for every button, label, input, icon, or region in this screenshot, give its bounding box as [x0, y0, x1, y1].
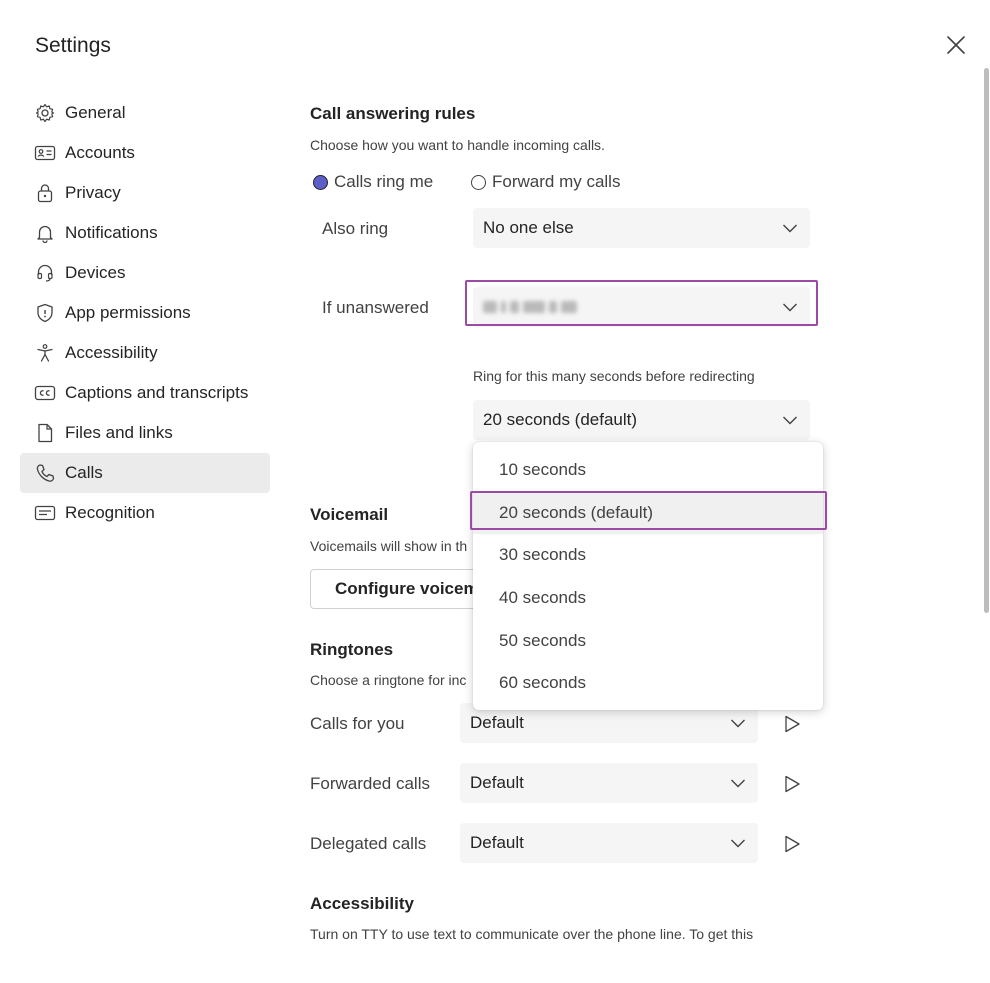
gear-icon [34, 102, 56, 124]
sidebar-item-calls[interactable]: Calls [20, 453, 270, 493]
cc-icon [34, 382, 56, 404]
sidebar-item-label: Notifications [65, 223, 158, 242]
configure-voicemail-button[interactable]: Configure voicem [310, 569, 480, 609]
sidebar-item-label: App permissions [65, 303, 191, 322]
play-icon[interactable] [782, 774, 802, 794]
dropdown-option[interactable]: 60 seconds [473, 662, 823, 705]
scrollbar-thumb[interactable] [984, 68, 989, 613]
ring-seconds-dropdown-list: 10 seconds 20 seconds (default) 30 secon… [473, 442, 823, 710]
if-unanswered-select[interactable] [473, 287, 810, 327]
voicemail-description: Voicemails will show in th [310, 538, 468, 554]
select-value: No one else [483, 218, 574, 237]
chevron-down-icon [783, 224, 797, 233]
accessibility-heading: Accessibility [310, 894, 414, 913]
ring-seconds-label: Ring for this many seconds before redire… [473, 368, 755, 384]
sidebar-item-app-permissions[interactable]: App permissions [20, 293, 270, 333]
play-icon[interactable] [782, 714, 802, 734]
recognition-icon [34, 502, 56, 524]
select-value: Default [470, 833, 524, 852]
delegated-calls-ringtone-select[interactable]: Default [460, 823, 758, 863]
forward-my-calls-radio[interactable]: Forward my calls [471, 172, 620, 192]
ringtones-description: Choose a ringtone for inc [310, 672, 467, 688]
also-ring-label: Also ring [322, 219, 389, 238]
sidebar-item-accessibility[interactable]: Accessibility [20, 333, 270, 373]
sidebar-item-label: Accessibility [65, 343, 158, 362]
calls-ring-me-radio[interactable]: Calls ring me [313, 172, 433, 192]
sidebar-item-notifications[interactable]: Notifications [20, 213, 270, 253]
chevron-down-icon [731, 779, 745, 788]
call-answering-description: Choose how you want to handle incoming c… [310, 137, 605, 153]
redacted-phone-number [483, 301, 577, 313]
sidebar-item-label: Devices [65, 263, 126, 282]
id-card-icon [34, 142, 56, 164]
forwarded-calls-ringtone-select[interactable]: Default [460, 763, 758, 803]
dropdown-option[interactable]: 50 seconds [473, 619, 823, 662]
voicemail-heading: Voicemail [310, 505, 389, 524]
if-unanswered-label: If unanswered [322, 298, 429, 317]
chevron-down-icon [783, 303, 797, 312]
sidebar-item-label: Recognition [65, 503, 155, 522]
accessibility-description: Turn on TTY to use text to communicate o… [310, 926, 754, 942]
sidebar-item-captions[interactable]: Captions and transcripts [20, 373, 270, 413]
sidebar-item-devices[interactable]: Devices [20, 253, 270, 293]
page-title: Settings [35, 34, 111, 57]
sidebar-item-general[interactable]: General [20, 93, 270, 133]
radio-selected-indicator [313, 174, 328, 190]
sidebar-item-files-and-links[interactable]: Files and links [20, 413, 270, 453]
select-value: Default [470, 773, 524, 792]
sidebar-item-label: Accounts [65, 143, 135, 162]
dropdown-option[interactable]: 30 seconds [473, 534, 823, 577]
sidebar-item-accounts[interactable]: Accounts [20, 133, 270, 173]
sidebar-item-recognition[interactable]: Recognition [20, 493, 270, 533]
also-ring-select[interactable]: No one else [473, 208, 810, 248]
chevron-down-icon [731, 839, 745, 848]
accessibility-icon [34, 342, 56, 364]
sidebar-item-privacy[interactable]: Privacy [20, 173, 270, 213]
ring-seconds-select[interactable]: 20 seconds (default) [473, 400, 810, 440]
ringtones-heading: Ringtones [310, 640, 394, 659]
document-icon [34, 422, 56, 444]
delegated-calls-label: Delegated calls [310, 834, 427, 853]
bell-icon [34, 222, 56, 244]
sidebar-item-label: Files and links [65, 423, 173, 442]
headset-icon [34, 262, 56, 284]
sidebar-item-label: General [65, 103, 126, 122]
call-answering-heading: Call answering rules [310, 104, 476, 123]
sidebar-item-label: Privacy [65, 183, 121, 202]
forwarded-calls-label: Forwarded calls [310, 774, 430, 793]
radio-label: Forward my calls [492, 172, 621, 191]
chevron-down-icon [731, 719, 745, 728]
select-value: Default [470, 713, 524, 732]
dropdown-option[interactable]: 10 seconds [473, 449, 823, 492]
radio-unselected-indicator [471, 174, 486, 190]
dropdown-option[interactable]: 40 seconds [473, 577, 823, 620]
dropdown-option-selected[interactable]: 20 seconds (default) [473, 491, 823, 535]
radio-label: Calls ring me [334, 172, 434, 191]
close-icon[interactable] [945, 34, 967, 56]
phone-icon [34, 462, 56, 484]
calls-for-you-label: Calls for you [310, 714, 405, 733]
sidebar-item-label: Captions and transcripts [65, 383, 249, 402]
shield-icon [34, 302, 56, 324]
select-value: 20 seconds (default) [483, 410, 638, 429]
lock-icon [34, 182, 56, 204]
settings-sidebar: General Accounts Privacy Notifications D… [20, 93, 270, 533]
chevron-down-icon [783, 416, 797, 425]
play-icon[interactable] [782, 834, 802, 854]
sidebar-item-label: Calls [65, 463, 103, 482]
